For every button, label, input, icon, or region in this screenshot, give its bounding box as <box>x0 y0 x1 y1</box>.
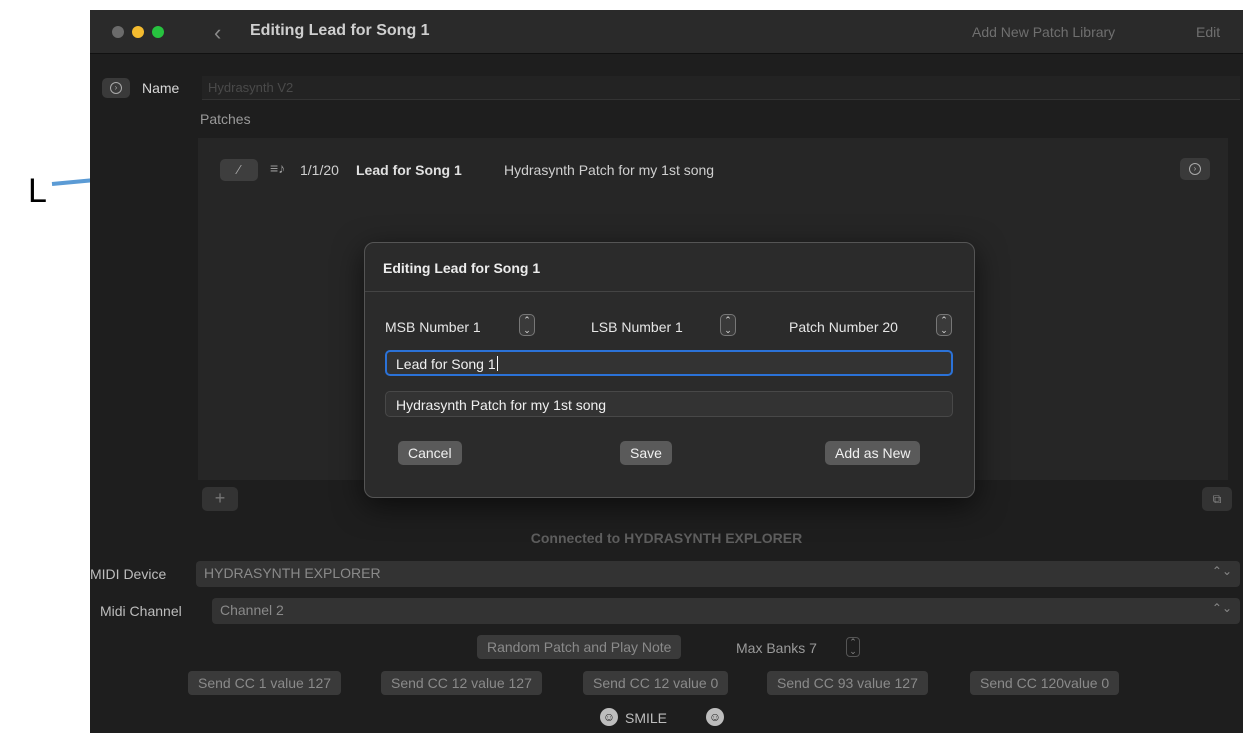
edit-button[interactable]: Edit <box>1196 24 1220 40</box>
max-banks-label: Max Banks 7 <box>736 640 817 656</box>
minimize-window-button[interactable] <box>132 26 144 38</box>
patches-label: Patches <box>200 111 251 127</box>
plus-icon: + <box>214 488 226 508</box>
export-icon: ⧉ <box>1212 492 1222 506</box>
pencil-icon: ∕ <box>237 162 241 177</box>
lsb-stepper[interactable]: ⌃ ⌄ <box>720 314 736 336</box>
msb-number-label: MSB Number 1 <box>385 319 481 335</box>
midi-device-value: HYDRASYNTH EXPLORER <box>204 565 381 581</box>
library-disclosure-button[interactable]: › <box>102 78 130 98</box>
patch-number-stepper[interactable]: ⌃ ⌄ <box>936 314 952 336</box>
name-label: Name <box>142 80 180 96</box>
title-bar: ‹ Editing Lead for Song 1 Add New Patch … <box>90 10 1243 54</box>
edit-patch-pencil-button[interactable]: ∕ <box>220 159 258 181</box>
send-cc-93-127-button[interactable]: Send CC 93 value 127 <box>767 671 928 695</box>
close-window-button[interactable] <box>112 26 124 38</box>
updown-chevron-icon: ⌃⌄ <box>1211 601 1232 615</box>
dialog-title: Editing Lead for Song 1 <box>383 260 541 276</box>
midi-channel-row: Midi Channel Channel 2 ⌃⌄ <box>90 598 1243 624</box>
dialog-divider <box>365 291 974 292</box>
midi-channel-label: Midi Channel <box>100 603 182 619</box>
circle-arrow-right-icon: › <box>1189 163 1201 175</box>
max-banks-stepper[interactable]: ⌃ ⌄ <box>846 637 860 657</box>
patch-name-field[interactable]: Lead for Song 1 <box>385 350 953 376</box>
patch-name-value: Lead for Song 1 <box>396 356 496 372</box>
send-cc-12-127-button[interactable]: Send CC 12 value 127 <box>381 671 542 695</box>
patch-number-label: Patch Number 20 <box>789 319 898 335</box>
patch-description: Hydrasynth Patch for my 1st song <box>504 162 715 178</box>
midi-channel-value: Channel 2 <box>220 602 284 618</box>
lsb-number-label: LSB Number 1 <box>591 319 683 335</box>
cc-button-row: Send CC 1 value 127 Send CC 12 value 127… <box>90 671 1243 697</box>
zoom-window-button[interactable] <box>152 26 164 38</box>
midi-device-label: MIDI Device <box>90 566 167 582</box>
annotation-letter: L <box>28 172 47 210</box>
circle-chevron-icon: › <box>110 82 122 94</box>
back-chevron-icon[interactable]: ‹ <box>214 20 221 46</box>
text-caret <box>496 356 498 371</box>
patch-number: 1/1/20 <box>300 162 339 178</box>
smiley-icon: ☺ <box>600 708 618 726</box>
library-name-field[interactable]: Hydrasynth V2 <box>202 76 1240 100</box>
export-button[interactable]: ⧉ <box>1202 487 1232 511</box>
window-title: Editing Lead for Song 1 <box>250 22 430 39</box>
patch-description-field[interactable]: Hydrasynth Patch for my 1st song <box>385 391 953 417</box>
midi-device-popup[interactable]: HYDRASYNTH EXPLORER ⌃⌄ <box>196 561 1240 587</box>
random-patch-button[interactable]: Random Patch and Play Note <box>477 635 682 659</box>
midi-channel-popup[interactable]: Channel 2 ⌃⌄ <box>212 598 1240 624</box>
send-patch-button[interactable]: › <box>1180 158 1210 180</box>
music-list-icon: ≡♪ <box>270 160 286 176</box>
patch-name: Lead for Song 1 <box>356 162 462 178</box>
smiley-icon: ☺ <box>706 708 724 726</box>
send-cc-1-127-button[interactable]: Send CC 1 value 127 <box>188 671 342 695</box>
add-as-new-button[interactable]: Add as New <box>825 441 921 465</box>
send-cc-12-0-button[interactable]: Send CC 12 value 0 <box>583 671 729 695</box>
smile-row[interactable]: ☺ SMILE ☺ <box>90 707 1243 729</box>
cancel-button[interactable]: Cancel <box>398 441 462 465</box>
edit-patch-dialog: Editing Lead for Song 1 MSB Number 1 ⌃ ⌄ … <box>364 242 975 498</box>
library-name-row: › Name Hydrasynth V2 <box>90 76 1243 102</box>
save-button[interactable]: Save <box>620 441 672 465</box>
random-patch-row: Random Patch and Play Note Max Banks 7 ⌃… <box>90 635 1243 661</box>
add-patch-library-button[interactable]: Add New Patch Library <box>972 24 1115 40</box>
send-cc-120-0-button[interactable]: Send CC 120value 0 <box>970 671 1120 695</box>
updown-chevron-icon: ⌃⌄ <box>1211 564 1232 578</box>
add-patch-button[interactable]: + <box>202 487 238 511</box>
msb-stepper[interactable]: ⌃ ⌄ <box>519 314 535 336</box>
connection-status: Connected to HYDRASYNTH EXPLORER <box>530 530 803 546</box>
smile-label: SMILE <box>625 710 668 726</box>
midi-device-row: MIDI Device HYDRASYNTH EXPLORER ⌃⌄ <box>90 561 1243 587</box>
